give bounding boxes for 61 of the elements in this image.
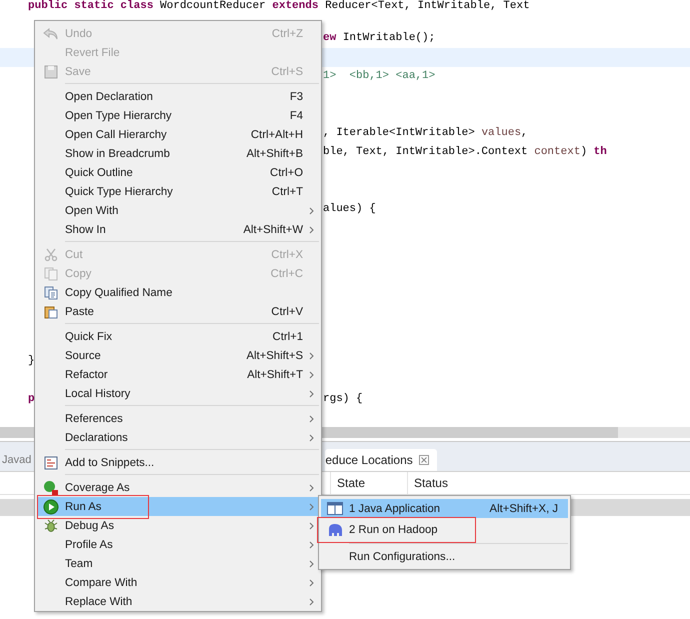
code-text: rgs) {	[323, 393, 363, 406]
menu-item[interactable]: Refactor Alt+Shift+T	[37, 365, 319, 384]
elephant-icon	[327, 522, 343, 536]
menu-item[interactable]: Replace With	[37, 592, 319, 611]
code-text: th	[594, 146, 607, 159]
code-text: ew	[323, 32, 338, 45]
menu-item[interactable]: 1 Java Application Alt+Shift+X, J	[321, 499, 568, 518]
menu-item[interactable]: Quick Type Hierarchy Ctrl+T	[37, 182, 319, 201]
scissors-icon	[44, 248, 58, 262]
column-header[interactable]: State	[330, 472, 407, 494]
menu-item[interactable]: Add to Snippets...	[37, 453, 319, 472]
code-text: Reducer<Text, IntWritable, Text	[325, 0, 530, 13]
code-text: extends	[272, 0, 320, 13]
menu-item[interactable]: Paste Ctrl+V	[37, 302, 319, 321]
menu-item[interactable]: Coverage As	[37, 478, 319, 497]
code-text: 1> <bb,1> <aa,1>	[323, 70, 436, 83]
window-icon	[327, 502, 343, 515]
code-text: ,	[521, 127, 528, 140]
code-text: public static class	[28, 0, 154, 13]
copy-name-icon	[44, 286, 58, 300]
play-icon	[43, 498, 59, 514]
menu-item[interactable]: Run As	[37, 497, 319, 516]
code-text: IntWritable();	[342, 32, 436, 45]
coverage-icon	[43, 480, 59, 496]
menu-item[interactable]: Team	[37, 554, 319, 573]
menu-item[interactable]: Compare With	[37, 573, 319, 592]
code-text: WordcountReducer	[160, 0, 267, 13]
code-text: context	[534, 146, 580, 159]
menu-item[interactable]: Quick Outline Ctrl+O	[37, 163, 319, 182]
menu-item[interactable]: Copy Qualified Name	[37, 283, 319, 302]
code-text: , Iterable<IntWritable>	[323, 127, 476, 140]
menu-item[interactable]: Open With	[37, 201, 319, 220]
copy-icon	[44, 266, 58, 280]
menu-item[interactable]: Local History	[37, 384, 319, 403]
code-text: values	[481, 127, 522, 140]
code-text: }	[28, 355, 35, 368]
menu-item[interactable]: Quick Fix Ctrl+1	[37, 327, 319, 346]
undo-icon	[43, 26, 59, 40]
menu-item[interactable]: Run Configurations...	[321, 547, 568, 566]
close-icon[interactable]	[418, 455, 429, 465]
code-text: p	[28, 393, 35, 406]
menu-item[interactable]: 2 Run on Hadoop	[321, 518, 568, 541]
menu-item[interactable]: Open Type Hierarchy F4	[37, 106, 319, 125]
menu-item[interactable]: Show in Breadcrumb Alt+Shift+B	[37, 144, 319, 163]
bug-icon	[43, 518, 59, 534]
code-text: alues) {	[323, 203, 376, 216]
menu-item[interactable]: Profile As	[37, 535, 319, 554]
paste-icon	[44, 304, 58, 318]
column-header[interactable]: Status	[406, 472, 690, 494]
menu-item[interactable]: Open Call Hierarchy Ctrl+Alt+H	[37, 125, 319, 144]
menu-item[interactable]: Source Alt+Shift+S	[37, 346, 319, 365]
snippet-icon	[44, 456, 58, 470]
code-text: )	[580, 146, 588, 159]
code-text: ble, Text, IntWritable>.Context	[323, 146, 529, 159]
menu-item[interactable]: Show In Alt+Shift+W	[37, 220, 319, 239]
save-icon	[44, 64, 58, 78]
panel-tab[interactable]: educe Locations	[325, 449, 437, 471]
menu-item[interactable]: References	[37, 409, 319, 428]
menu-item[interactable]: Debug As	[37, 516, 319, 535]
menu-item[interactable]: Declarations	[37, 428, 319, 447]
menu-item[interactable]: Open Declaration F3	[37, 87, 319, 106]
